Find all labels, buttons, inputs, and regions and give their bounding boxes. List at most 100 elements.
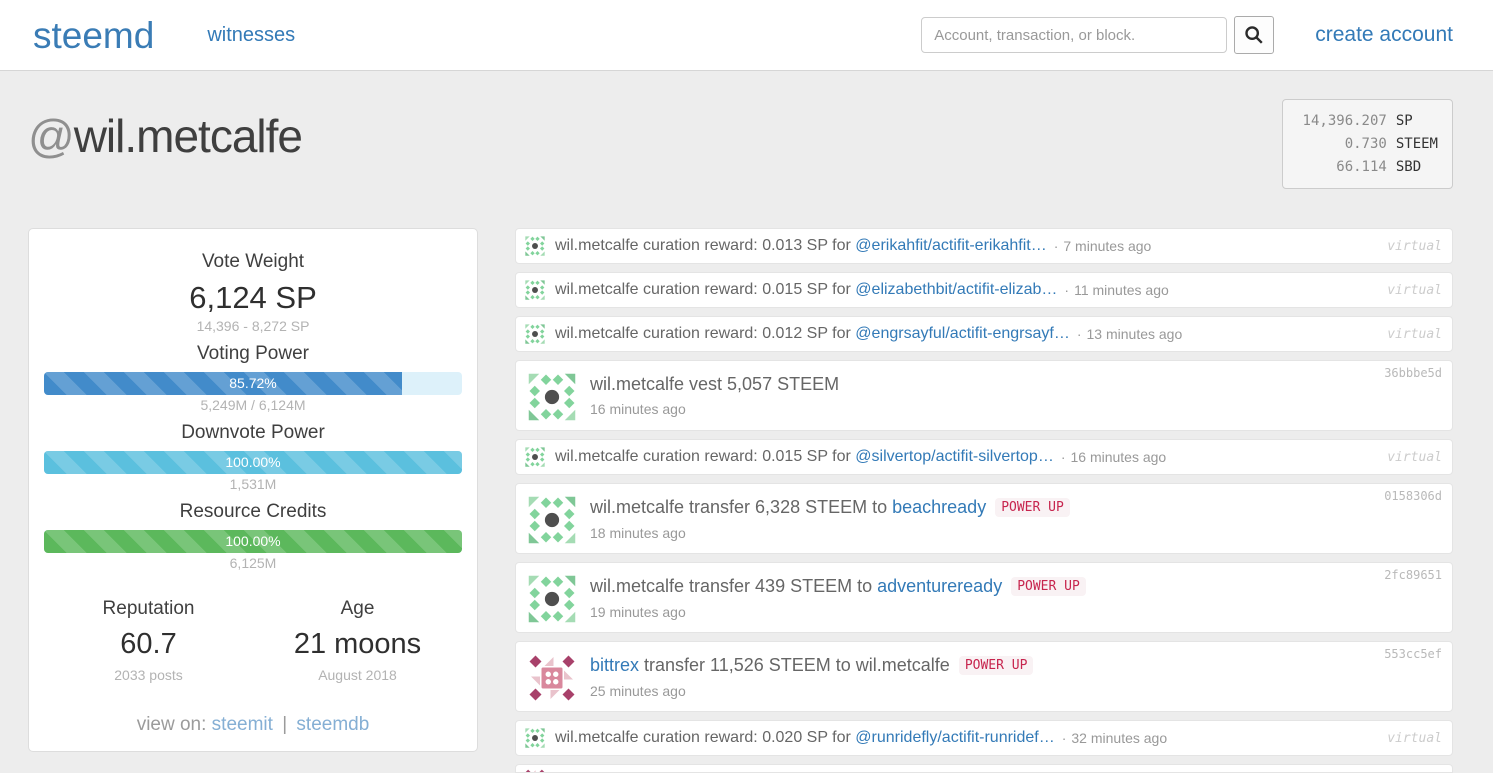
feed-row-text: wil.metcalfe curation reward: 0.015 SP f… bbox=[555, 448, 1054, 466]
balance-steem: 0.730 STEEM bbox=[1297, 133, 1438, 156]
feed-row-link[interactable]: @elizabethbit/actifit-elizab… bbox=[855, 281, 1057, 298]
search-button[interactable] bbox=[1234, 16, 1274, 54]
create-account-link[interactable]: create account bbox=[1315, 23, 1453, 47]
feed-row-body: wil.metcalfe transfer 6,328 STEEM to bea… bbox=[590, 495, 1070, 553]
feed-row-transaction: wil.metcalfe transfer 439 STEEM to adven… bbox=[515, 562, 1453, 633]
reputation-block: Reputation 60.7 2033 posts bbox=[44, 598, 253, 683]
search-icon bbox=[1243, 24, 1265, 46]
voting-power-sub: 5,249M / 6,124M bbox=[44, 397, 462, 413]
account-identicon bbox=[525, 324, 545, 344]
power-up-badge: POWER UP bbox=[995, 498, 1070, 517]
balance-sbd-value: 66.114 bbox=[1297, 156, 1387, 179]
virtual-tag: virtual bbox=[1387, 450, 1442, 465]
feed-row-link[interactable]: @engrsayful/actifit-engrsayf… bbox=[855, 325, 1070, 342]
view-on-prefix: view on: bbox=[137, 714, 207, 735]
age-label: Age bbox=[253, 598, 462, 620]
account-stats-card: Vote Weight 6,124 SP 14,396 - 8,272 SP V… bbox=[28, 228, 478, 752]
feed-row-text-pre: wil.metcalfe vest 5,057 STEEM bbox=[590, 374, 839, 394]
feed-row-time: 7 minutes ago bbox=[1063, 238, 1151, 254]
dot-separator: · bbox=[1062, 730, 1067, 746]
resource-credits-percent: 100.00% bbox=[44, 530, 462, 553]
view-on-separator: | bbox=[282, 714, 287, 735]
account-identicon bbox=[528, 496, 576, 544]
feed-row-link[interactable]: beachready bbox=[892, 497, 986, 517]
feed-row-virtual: wil.metcalfe curation reward: 0.012 SP f… bbox=[515, 316, 1453, 352]
feed-row-body: wil.metcalfe vest 5,057 STEEM 16 minutes… bbox=[590, 372, 839, 430]
feed-row-virtual: wil.metcalfe curation reward: 0.015 SP f… bbox=[515, 272, 1453, 308]
steemd-logo[interactable]: steemd bbox=[33, 17, 154, 54]
vote-weight-label: Vote Weight bbox=[44, 251, 462, 273]
transaction-hash[interactable]: 0158306d bbox=[1384, 489, 1442, 503]
nav-witnesses-link[interactable]: witnesses bbox=[207, 24, 295, 47]
feed-row-virtual: wil.metcalfe curation reward: 0.020 SP f… bbox=[515, 720, 1453, 756]
account-identicon bbox=[525, 280, 545, 300]
feed-row-text: wil.metcalfe transfer 6,328 STEEM to bea… bbox=[590, 495, 1070, 520]
feed-row-link[interactable]: @silvertop/actifit-silvertop… bbox=[855, 448, 1054, 465]
feed-row-text-pre: wil.metcalfe curation reward: 0.020 SP f… bbox=[555, 729, 855, 746]
feed-row-text-pre: wil.metcalfe transfer 6,328 STEEM to bbox=[590, 497, 892, 517]
resource-credits-bar: 100.00% bbox=[44, 530, 462, 553]
dot-separator: · bbox=[1061, 449, 1066, 465]
vote-weight-value: 6,124 SP bbox=[44, 280, 462, 316]
transaction-hash[interactable]: 36bbbe5d bbox=[1384, 366, 1442, 380]
topbar-right-group: create account bbox=[921, 16, 1453, 54]
feed-row-time: 25 minutes ago bbox=[590, 683, 1033, 699]
downvote-power-label: Downvote Power bbox=[44, 422, 462, 444]
virtual-tag: virtual bbox=[1387, 283, 1442, 298]
feed-row-time: 16 minutes ago bbox=[1070, 449, 1166, 465]
downvote-power-bar: 100.00% bbox=[44, 451, 462, 474]
feed-row-transaction: wil.metcalfe transfer 6,328 STEEM to bea… bbox=[515, 483, 1453, 554]
feed-row-text: wil.metcalfe vest 5,057 STEEM bbox=[590, 372, 839, 396]
transaction-hash[interactable]: 553cc5ef bbox=[1384, 647, 1442, 661]
voting-power-bar: 85.72% bbox=[44, 372, 462, 395]
feed-row-link[interactable]: bittrex bbox=[590, 655, 639, 675]
feed-row-body: bittrex transfer 11,526 STEEM to wil.met… bbox=[590, 653, 1033, 711]
feed-row-transaction: bittrex transfer 11,526 STEEM to wil.met… bbox=[515, 641, 1453, 712]
account-identicon bbox=[525, 447, 545, 467]
feed-row-text-pre: wil.metcalfe curation reward: 0.015 SP f… bbox=[555, 281, 855, 298]
account-identicon bbox=[525, 769, 545, 773]
virtual-tag: virtual bbox=[1387, 731, 1442, 746]
age-value: 21 moons bbox=[253, 628, 462, 661]
feed-row-text: wil.metcalfe curation reward: 0.020 SP f… bbox=[555, 729, 1055, 747]
account-identicon bbox=[528, 654, 576, 702]
steemdb-link[interactable]: steemdb bbox=[296, 714, 369, 735]
search-input[interactable] bbox=[921, 17, 1227, 53]
balance-steem-value: 0.730 bbox=[1297, 133, 1387, 156]
reputation-sub: 2033 posts bbox=[44, 667, 253, 683]
vote-weight-sub: 14,396 - 8,272 SP bbox=[44, 318, 462, 334]
feed-row-text: wil.metcalfe curation reward: 0.013 SP f… bbox=[555, 237, 1047, 255]
feed-row-transaction: wil.metcalfe vest 5,057 STEEM 16 minutes… bbox=[515, 360, 1453, 431]
downvote-power-sub: 1,531M bbox=[44, 476, 462, 492]
reputation-age-row: Reputation 60.7 2033 posts Age 21 moons … bbox=[44, 598, 462, 683]
balance-sp-value: 14,396.207 bbox=[1297, 110, 1387, 133]
feed-row-time: 11 minutes ago bbox=[1074, 282, 1169, 298]
feed-row-text: wil.metcalfe transfer 439 STEEM to adven… bbox=[590, 574, 1086, 599]
feed-row-text-pre: wil.metcalfe curation reward: 0.015 SP f… bbox=[555, 448, 855, 465]
feed-row-body: wil.metcalfe transfer 439 STEEM to adven… bbox=[590, 574, 1086, 632]
dot-separator: · bbox=[1064, 282, 1069, 298]
dot-separator: · bbox=[1077, 326, 1082, 342]
age-sub: August 2018 bbox=[253, 667, 462, 683]
steemit-link[interactable]: steemit bbox=[212, 714, 273, 735]
feed-row-text: wil.metcalfe curation reward: 0.012 SP f… bbox=[555, 325, 1070, 343]
feed-row-link[interactable]: @erikahfit/actifit-erikahfit… bbox=[855, 237, 1046, 254]
feed-row-text-pre: wil.metcalfe curation reward: 0.013 SP f… bbox=[555, 237, 855, 254]
virtual-tag: virtual bbox=[1387, 327, 1442, 342]
account-identicon bbox=[525, 236, 545, 256]
feed-row-virtual: wil.metcalfe curation reward: 0.015 SP f… bbox=[515, 439, 1453, 475]
transaction-feed: wil.metcalfe curation reward: 0.013 SP f… bbox=[515, 228, 1453, 773]
resource-credits-label: Resource Credits bbox=[44, 501, 462, 523]
balance-sp: 14,396.207 SP bbox=[1297, 110, 1438, 133]
transaction-hash[interactable]: 2fc89651 bbox=[1384, 568, 1442, 582]
feed-row-link[interactable]: @runridefly/actifit-runridef… bbox=[855, 729, 1054, 746]
top-navigation-bar: steemd witnesses create account bbox=[0, 0, 1493, 71]
feed-row-time: 16 minutes ago bbox=[590, 401, 839, 417]
at-symbol: @ bbox=[28, 110, 74, 162]
balance-sp-unit: SP bbox=[1396, 110, 1413, 133]
feed-row-text: wil.metcalfe curation reward: 0.015 SP f… bbox=[555, 281, 1057, 299]
power-up-badge: POWER UP bbox=[959, 656, 1034, 675]
feed-row-link[interactable]: adventureready bbox=[877, 576, 1002, 596]
feed-row-partial bbox=[515, 764, 1453, 773]
account-identicon bbox=[528, 373, 576, 421]
